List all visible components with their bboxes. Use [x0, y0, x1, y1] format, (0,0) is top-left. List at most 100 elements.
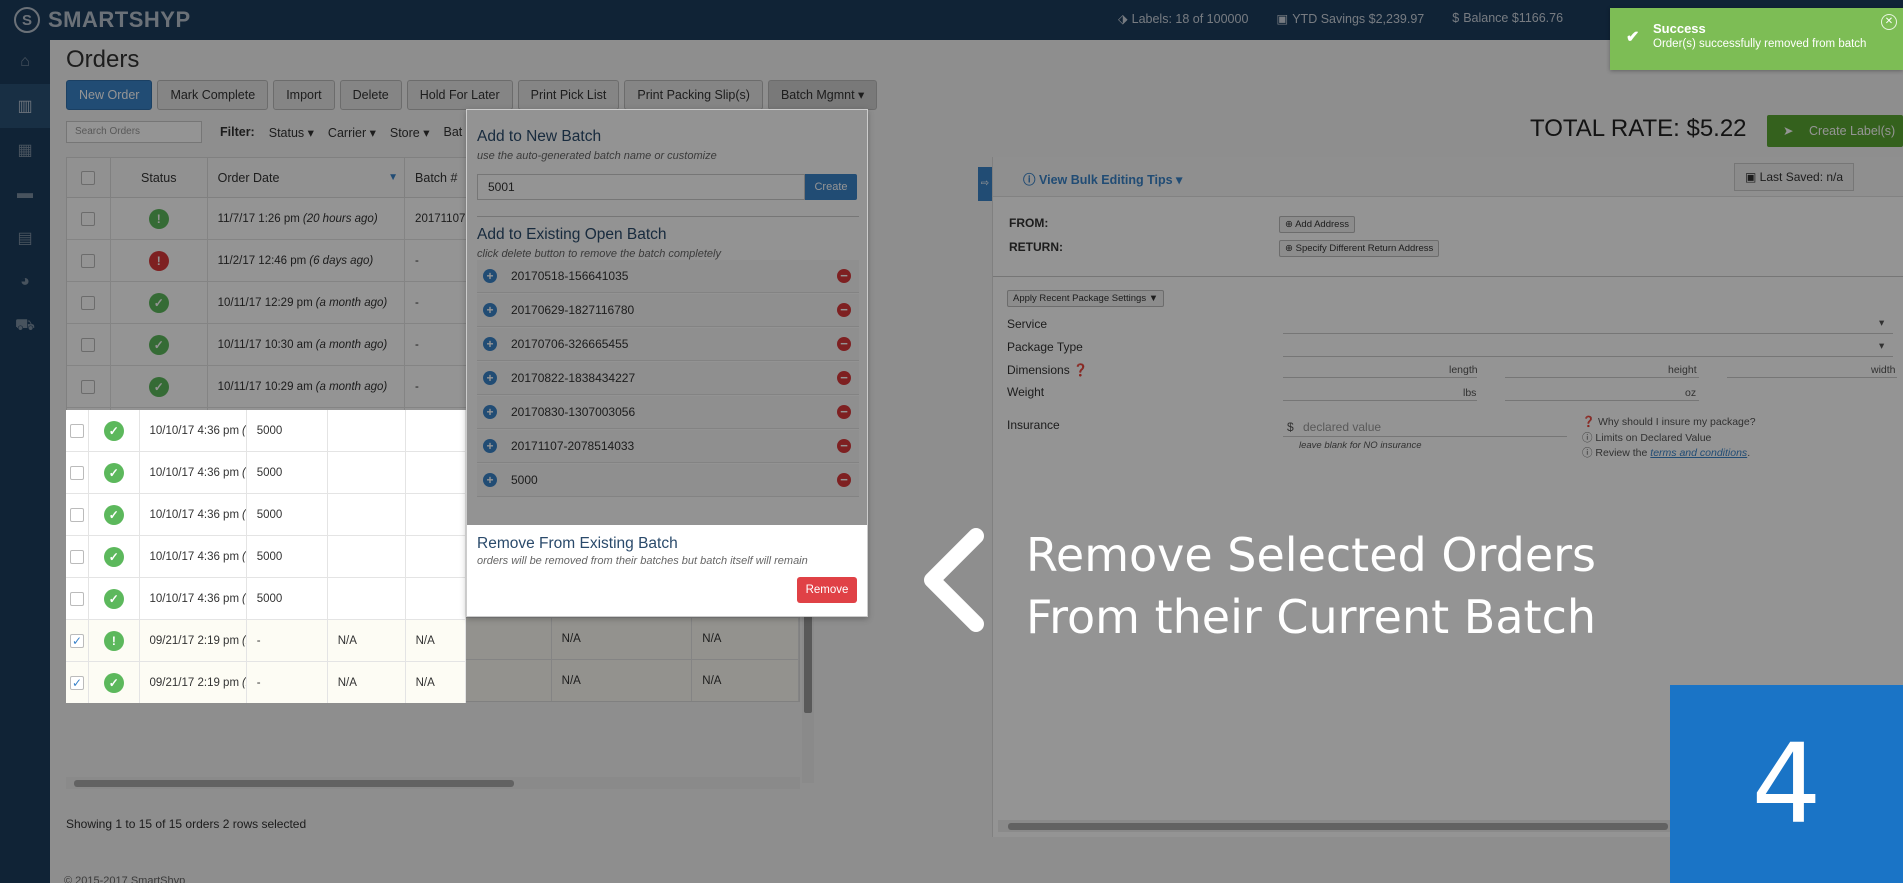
row-order-date: 10/10/17 4:36 pm(a month ago) [140, 410, 247, 451]
row-batch: 5000 [247, 578, 328, 619]
row-carrier: N/A [328, 620, 406, 661]
row-order-date: 10/10/17 4:36 pm(a month ago) [140, 494, 247, 535]
batch-list-item[interactable]: +20170518-156641035− [477, 260, 859, 293]
row-status: ✓ [89, 452, 140, 493]
chevron-left-icon [924, 528, 984, 632]
table-row[interactable]: ✓ 10/10/17 4:36 pm(a month ago)5000 [66, 578, 466, 620]
row-items [406, 452, 466, 493]
row-batch: 5000 [247, 410, 328, 451]
tutorial-caption: Remove Selected Orders From their Curren… [1026, 524, 1596, 648]
table-row[interactable]: ✓ 10/10/17 4:36 pm(a month ago)5000 [66, 494, 466, 536]
row-checkbox[interactable] [66, 410, 90, 451]
row-batch: 5000 [247, 494, 328, 535]
add-to-batch-icon[interactable]: + [483, 405, 497, 419]
add-to-batch-icon[interactable]: + [483, 269, 497, 283]
row-status: ✓ [89, 578, 140, 619]
row-carrier [328, 536, 406, 577]
check-icon: ✔ [1626, 29, 1640, 46]
remove-from-batch-section: Remove From Existing Batch orders will b… [467, 525, 867, 616]
add-to-batch-icon[interactable]: + [483, 473, 497, 487]
delete-batch-icon[interactable]: − [837, 473, 851, 487]
delete-batch-icon[interactable]: − [837, 439, 851, 453]
batch-name-input[interactable]: 5001 [477, 174, 805, 200]
row-batch: 5000 [247, 536, 328, 577]
remove-batch-subtitle: orders will be removed from their batche… [477, 555, 808, 567]
delete-batch-icon[interactable]: − [837, 405, 851, 419]
batch-list-item[interactable]: +20171107-2078514033− [477, 430, 859, 463]
table-row[interactable]: ✓ 10/10/17 4:36 pm(a month ago)5000 [66, 536, 466, 578]
status-ok-icon: ✓ [103, 420, 124, 441]
table-row[interactable]: ✓!09/21/17 2:19 pm(2 months ago)-N/AN/A [66, 620, 466, 662]
row-checkbox[interactable] [66, 578, 90, 619]
status-ok-icon: ✓ [103, 462, 124, 483]
checkbox[interactable] [70, 423, 85, 438]
row-order-date: 10/10/17 4:36 pm(a month ago) [140, 452, 247, 493]
row-items [406, 578, 466, 619]
add-to-batch-icon[interactable]: + [483, 371, 497, 385]
checkbox[interactable] [70, 465, 85, 480]
new-batch-subtitle: use the auto-generated batch name or cus… [477, 150, 717, 162]
add-to-batch-icon[interactable]: + [483, 439, 497, 453]
row-items [406, 410, 466, 451]
row-items: N/A [406, 662, 466, 703]
delete-batch-icon[interactable]: − [837, 269, 851, 283]
table-row[interactable]: ✓ 10/10/17 4:36 pm(a month ago)5000 [66, 410, 466, 452]
row-items: N/A [406, 620, 466, 661]
batch-list-item[interactable]: +20170629-1827116780− [477, 294, 859, 327]
row-checkbox[interactable]: ✓ [66, 620, 90, 661]
row-carrier: N/A [328, 662, 406, 703]
existing-batch-title: Add to Existing Open Batch [477, 226, 667, 243]
table-row[interactable]: ✓ 10/10/17 4:36 pm(a month ago)5000 [66, 452, 466, 494]
row-batch: - [247, 662, 328, 703]
batch-list-item[interactable]: +5000− [477, 464, 859, 497]
create-batch-button[interactable]: Create [805, 174, 857, 200]
row-checkbox[interactable] [66, 536, 90, 577]
add-to-batch-icon[interactable]: + [483, 337, 497, 351]
row-checkbox[interactable]: ✓ [66, 662, 90, 703]
caption-line-1: Remove Selected Orders [1026, 528, 1597, 582]
row-order-date: 09/21/17 2:19 pm(2 months ago) [140, 662, 247, 703]
step-number-badge: 4 [1670, 685, 1903, 883]
row-carrier [328, 410, 406, 451]
delete-batch-icon[interactable]: − [837, 303, 851, 317]
row-status: ✓ [89, 494, 140, 535]
row-items [406, 494, 466, 535]
row-batch: 5000 [247, 452, 328, 493]
delete-batch-icon[interactable]: − [837, 337, 851, 351]
row-status: ✓ [89, 410, 140, 451]
highlighted-rows: ✓10/10/17 4:36 pm(a month ago)5000✓10/10… [66, 410, 466, 703]
add-to-batch-icon[interactable]: + [483, 303, 497, 317]
batch-list-item[interactable]: +20170830-1307003056− [477, 396, 859, 429]
caption-line-2: From their Current Batch [1026, 590, 1597, 644]
row-items [406, 536, 466, 577]
close-icon[interactable]: ✕ [1881, 14, 1897, 30]
row-status: ✓ [89, 662, 140, 703]
toast-message: Order(s) successfully removed from batch [1653, 38, 1867, 50]
row-status: ✓ [89, 536, 140, 577]
row-checkbox[interactable] [66, 494, 90, 535]
toast-title: Success [1653, 21, 1706, 36]
status-ok-icon: ✓ [103, 546, 124, 567]
row-order-date: 10/10/17 4:36 pm(a month ago) [140, 536, 247, 577]
batch-list-item[interactable]: +20170706-326665455− [477, 328, 859, 361]
delete-batch-icon[interactable]: − [837, 371, 851, 385]
row-status: ! [89, 620, 140, 661]
row-checkbox[interactable] [66, 452, 90, 493]
row-batch: - [247, 620, 328, 661]
status-alert-icon: ! [103, 630, 124, 651]
existing-batch-subtitle: click delete button to remove the batch … [477, 248, 721, 260]
checkbox[interactable] [70, 591, 85, 606]
batch-list-item[interactable]: +20170822-1838434227− [477, 362, 859, 395]
row-carrier [328, 494, 406, 535]
success-toast: ✔ Success Order(s) successfully removed … [1610, 8, 1903, 70]
status-ok-icon: ✓ [103, 588, 124, 609]
checkbox[interactable] [70, 549, 85, 564]
batch-mgmt-menu: Add to New Batch use the auto-generated … [466, 109, 868, 617]
checkbox[interactable]: ✓ [70, 633, 85, 648]
remove-from-batch-button[interactable]: Remove [797, 577, 857, 603]
menu-divider [477, 216, 859, 217]
table-row[interactable]: ✓✓09/21/17 2:19 pm(2 months ago)-N/AN/A [66, 662, 466, 703]
remove-batch-title: Remove From Existing Batch [477, 535, 678, 552]
checkbox[interactable]: ✓ [70, 675, 85, 690]
checkbox[interactable] [70, 507, 85, 522]
